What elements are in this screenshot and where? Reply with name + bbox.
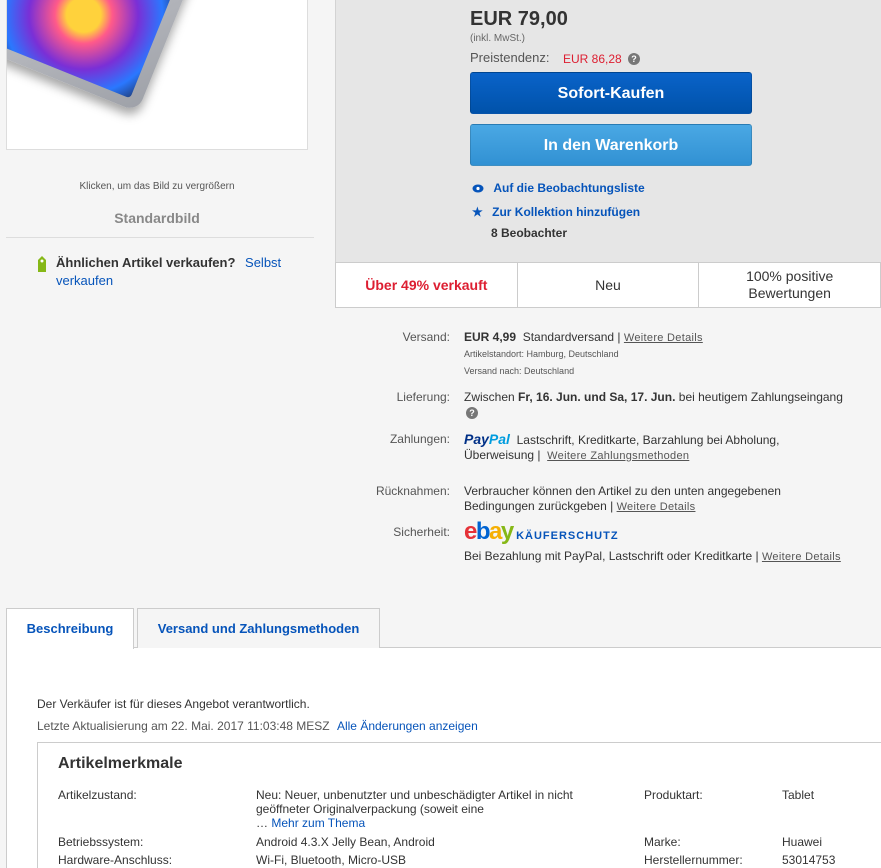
sell-similar: Ähnlichen Artikel verkaufen? Selbst verk… (36, 254, 316, 290)
spec-more-row: … Mehr zum Thema (256, 816, 366, 830)
condition-badge: Neu (518, 263, 700, 307)
help-icon[interactable]: ? (628, 53, 640, 65)
payments-row-2: Überweisung | Weitere Zahlungsmethoden (464, 448, 689, 462)
paypal-logo: PayPal (464, 431, 510, 447)
security-text-row: Bei Bezahlung mit PayPal, Lastschrift od… (464, 549, 841, 563)
shipping-details-link[interactable]: Weitere Details (624, 332, 703, 344)
vat-note: (inkl. MwSt.) (470, 33, 525, 44)
delivery-prefix: Zwischen (464, 390, 515, 404)
returns-line-2: Bedingungen zurückgeben | Weitere Detail… (464, 499, 695, 513)
returns-details-link[interactable]: Weitere Details (617, 501, 696, 513)
spec-label-hardware: Hardware-Anschluss: (58, 853, 173, 867)
enlarge-hint: Klicken, um das Bild zu vergrößern (79, 181, 235, 192)
watch-list-link[interactable]: Auf die Beobachtungsliste (472, 181, 645, 195)
delivery-dates: Fr, 16. Jun. und Sa, 17. Jun. (518, 390, 676, 404)
payments-label: Zahlungen: (389, 432, 450, 446)
ebay-logo: ebay (464, 518, 514, 545)
returns-terms: Bedingungen zurückgeben | (464, 499, 614, 513)
show-changes-link[interactable]: Alle Änderungen anzeigen (337, 719, 478, 733)
collection-label: Zur Kollektion hinzufügen (492, 205, 641, 219)
tab-shipping-payment[interactable]: Versand und Zahlungsmethoden (137, 608, 380, 648)
spec-label-type: Produktart: (644, 788, 703, 802)
price-trend-label: Preistendenz: (470, 50, 550, 65)
returns-line-1: Verbraucher können den Artikel zu den un… (464, 484, 781, 498)
divider (6, 237, 314, 238)
tablet-image (7, 0, 202, 113)
bank-transfer: Überweisung | (464, 448, 541, 462)
watcher-count: 8 Beobachter (491, 226, 568, 240)
feedback-badge: 100% positive Bewertungen (746, 268, 834, 301)
buyer-protection-label: KÄUFERSCHUTZ (516, 530, 619, 542)
delivery-row: Zwischen Fr, 16. Jun. und Sa, 17. Jun. b… (464, 390, 843, 404)
delivery-suffix: bei heutigem Zahlungseingang (678, 390, 843, 404)
spec-label-os: Betriebssystem: (58, 835, 144, 849)
price: EUR 79,00 (470, 8, 568, 30)
security-text: Bei Bezahlung mit PayPal, Lastschrift od… (464, 549, 759, 563)
last-updated-label: Letzte Aktualisierung am 22. Mai. 2017 1… (37, 719, 330, 733)
security-label: Sicherheit: (393, 525, 450, 539)
delivery-label: Lieferung: (396, 390, 450, 404)
item-location: Artikelstandort: Hamburg, Deutschland (464, 349, 619, 359)
payment-methods: Lastschrift, Kreditkarte, Barzahlung bei… (516, 433, 780, 447)
tab-description[interactable]: Beschreibung (6, 608, 134, 649)
shipping-cost-row: EUR 4,99 Standardversand | Weitere Detai… (464, 330, 703, 344)
more-info-link[interactable]: Mehr zum Thema (271, 816, 365, 830)
last-updated: Letzte Aktualisierung am 22. Mai. 2017 1… (37, 719, 478, 733)
shipping-method: Standardversand | (522, 330, 621, 344)
security-details-link[interactable]: Weitere Details (762, 551, 841, 563)
price-trend-value: EUR 86,28 (563, 52, 622, 66)
standard-image-label[interactable]: Standardbild (6, 210, 308, 226)
shipping-cost: EUR 4,99 (464, 330, 517, 344)
specs-title: Artikelmerkmale (58, 755, 183, 772)
eye-icon (472, 184, 484, 193)
spec-label-condition: Artikelzustand: (58, 788, 137, 802)
ships-to: Versand nach: Deutschland (464, 366, 575, 376)
watch-list-label: Auf die Beobachtungsliste (493, 181, 645, 195)
star-icon: ★ (472, 205, 483, 219)
help-icon[interactable]: ? (466, 407, 478, 419)
spec-value-condition: Neu: Neuer, unbenutzter und unbeschädigt… (256, 788, 573, 816)
add-collection-link[interactable]: ★ Zur Kollektion hinzufügen (472, 205, 640, 219)
buy-now-button[interactable]: Sofort-Kaufen (470, 72, 752, 114)
spec-label-mpn: Herstellernummer: (644, 853, 743, 867)
payments-row: PayPal Lastschrift, Kreditkarte, Barzahl… (464, 431, 879, 448)
seller-responsible: Der Verkäufer ist für dieses Angebot ver… (37, 697, 310, 711)
more-payment-methods-link[interactable]: Weitere Zahlungsmethoden (547, 450, 689, 462)
shipping-label: Versand: (402, 330, 450, 344)
spec-value-mpn: 53014753 (782, 853, 836, 867)
sell-similar-question: Ähnlichen Artikel verkaufen? (56, 255, 236, 270)
ebay-protection-logo: ebay KÄUFERSCHUTZ (464, 520, 619, 544)
spec-label-brand: Marke: (644, 835, 681, 849)
spec-value-hardware: Wi-Fi, Bluetooth, Micro-USB (256, 853, 407, 867)
info-strip: Über 49% verkauft Neu 100% positive Bewe… (335, 262, 881, 308)
add-to-cart-button[interactable]: In den Warenkorb (470, 124, 752, 166)
returns-label: Rücknahmen: (375, 484, 450, 498)
sold-badge: Über 49% verkauft (336, 263, 518, 307)
spec-value-brand: Huawei (782, 835, 823, 849)
product-image[interactable] (6, 0, 308, 150)
spec-value-os: Android 4.3.X Jelly Bean, Android (256, 835, 435, 849)
spec-value-type: Tablet (782, 788, 815, 802)
